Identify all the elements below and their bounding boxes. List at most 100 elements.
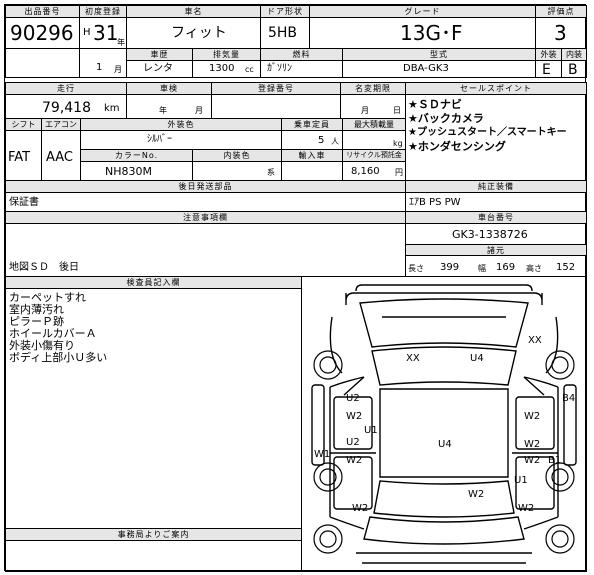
color-no-label: カラーNo. [81,150,192,162]
chassis-label: 車台番号 [406,212,586,224]
inspection-cell: 車検 年 月 [126,82,212,119]
caution-cell: 注意事項欄 地図ＳＤ 後日 [5,211,406,277]
lot-cell: 出品番号 90296 [5,5,80,49]
auction-sheet: 出品番号 90296 初度登録 H 31 年 車名 フィット ドア形状 5HB … [4,4,587,572]
first-reg-cell: 初度登録 H 31 年 [79,5,127,49]
doors-label: ドア形状 [261,6,309,18]
shift-label: シフト [6,119,41,131]
color-label: 外装色 [81,119,281,131]
name-change-day: 日 [393,106,401,115]
length: 399 [440,262,460,273]
damage-mark: W2 [524,411,540,422]
displacement-cell: 排気量 1300 cc [192,48,261,78]
fuel-cell: 燃料 ｶﾞｿﾘﾝ [260,48,343,78]
caution: 地図ＳＤ 後日 [9,262,79,273]
damage-mark: W2 [524,455,540,466]
name-change-label: 名変期限 [341,83,405,95]
mileage-label: 走行 [6,83,126,95]
recycle-unit: 円 [395,168,403,177]
damage-mark: W2 [524,439,540,450]
recycle: 8,160 [351,166,380,177]
ext-grade: E [542,62,551,78]
damage-mark: U4 [470,353,484,364]
car-diagram-cell: XX U4 XX U2 W2 U1 W2 B4 U2 W2 U4 W2 W1 W… [301,276,587,572]
later-parts: 保証書 [9,197,39,208]
inspector-note: ボディ上部小Ｕ多い [9,351,108,364]
damage-mark: W2 [346,455,362,466]
equipment-cell: 純正装備 ｴｱB PS PW [405,180,587,212]
aircon-cell: エアコン AAC [41,118,81,181]
mileage-cell: 走行 79,418 km [5,82,127,119]
damage-mark: U1 [514,475,528,486]
dims-label: 諸元 [406,244,586,256]
width-label: 幅 [478,264,486,273]
int-label: 内装 [562,49,586,61]
sales-point: ★バックカメラ [408,112,484,125]
displacement: 1300 [209,63,235,74]
aircon-label: エアコン [42,119,80,131]
car-name-cell: 車名 フィット [126,5,261,49]
max-load-label: 最大積載量 [343,119,405,131]
equipment-label: 純正装備 [406,181,586,193]
displacement-unit: cc [245,65,254,74]
capacity: 5 [318,135,325,146]
name-change-month: 月 [361,106,369,115]
car-diagram: XX U4 XX U2 W2 U1 W2 B4 U2 W2 U4 W2 W1 W… [311,284,577,564]
office-label: 事務局よりご案内 [6,529,301,541]
import-cell: 輸入車 [281,149,343,181]
grade: 13G･F [400,21,463,45]
sales-point: ★プッシュスタート／スマートキー [408,127,567,138]
sales-points-cell: セールスポイント ★ＳＤナビ ★バックカメラ ★プッシュスタート／スマートキー … [405,82,587,181]
grade-cell: グレード 13G･F [309,5,536,49]
model-label: 型式 [343,49,535,61]
fuel: ｶﾞｿﾘﾝ [267,63,292,74]
car-type: レンタ [143,63,173,74]
damage-mark: U1 [364,425,378,436]
int-grade-cell: 内装 B [561,48,587,78]
car-name-label: 車名 [127,6,260,18]
sales-points-label: セールスポイント [406,83,586,95]
sales-points-list: ★ＳＤナビ ★バックカメラ ★プッシュスタート／スマートキー ★ホンダセンシング [408,98,567,154]
score-cell: 評価点 3 [535,5,587,49]
int-grade: B [568,62,578,78]
lot-number: 90296 [10,21,74,45]
model: DBA-GK3 [403,63,449,74]
era: H [83,27,91,38]
reg-number-label: 登録番号 [212,83,340,95]
model-cell: 型式 DBA-GK3 [342,48,536,78]
inspection-month-unit: 月 [195,106,203,115]
height: 152 [556,262,576,273]
color-cell: 外装色 ｼﾙﾊﾞｰ [80,118,282,150]
equipment: ｴｱB PS PW [409,197,461,208]
name-change-cell: 名変期限 月 日 [340,82,406,119]
reg-month: 1 [96,62,103,73]
displacement-label: 排気量 [193,49,260,61]
recycle-cell: リサイクル預託金 8,160 円 [342,149,406,181]
sales-point: ★ＳＤナビ [408,98,462,111]
damage-mark: XX [528,335,542,346]
later-parts-cell: 後日発送部品 保証書 [5,180,406,212]
ext-grade-cell: 外装 E [535,48,562,78]
aircon: AAC [46,150,73,165]
damage-mark: B1 [548,455,561,466]
car-name: フィット [171,25,227,41]
ext-label: 外装 [536,49,561,61]
office-cell: 事務局よりご案内 [5,528,302,572]
fuel-label: 燃料 [261,49,342,61]
damage-mark: U2 [346,437,360,448]
car-type-cell: 車歴 レンタ [126,48,193,78]
shift: FAT [8,150,31,165]
damage-mark: XX [406,353,420,364]
reg-number-cell: 登録番号 [211,82,341,119]
score: 3 [554,21,567,45]
length-label: 長さ [408,264,424,273]
mileage-unit: km [104,103,120,114]
year-unit: 年 [117,38,125,47]
month-cell: 1 月 [79,48,127,78]
chassis-number: GK3-1338726 [452,228,528,241]
damage-mark: W1 [314,449,330,460]
inspection-year-unit: 年 [159,106,167,115]
damage-mark: W2 [346,411,362,422]
chassis-cell: 車台番号 GK3-1338726 諸元 長さ 399 幅 169 高さ 152 [405,211,587,277]
damage-mark: U4 [438,439,452,450]
